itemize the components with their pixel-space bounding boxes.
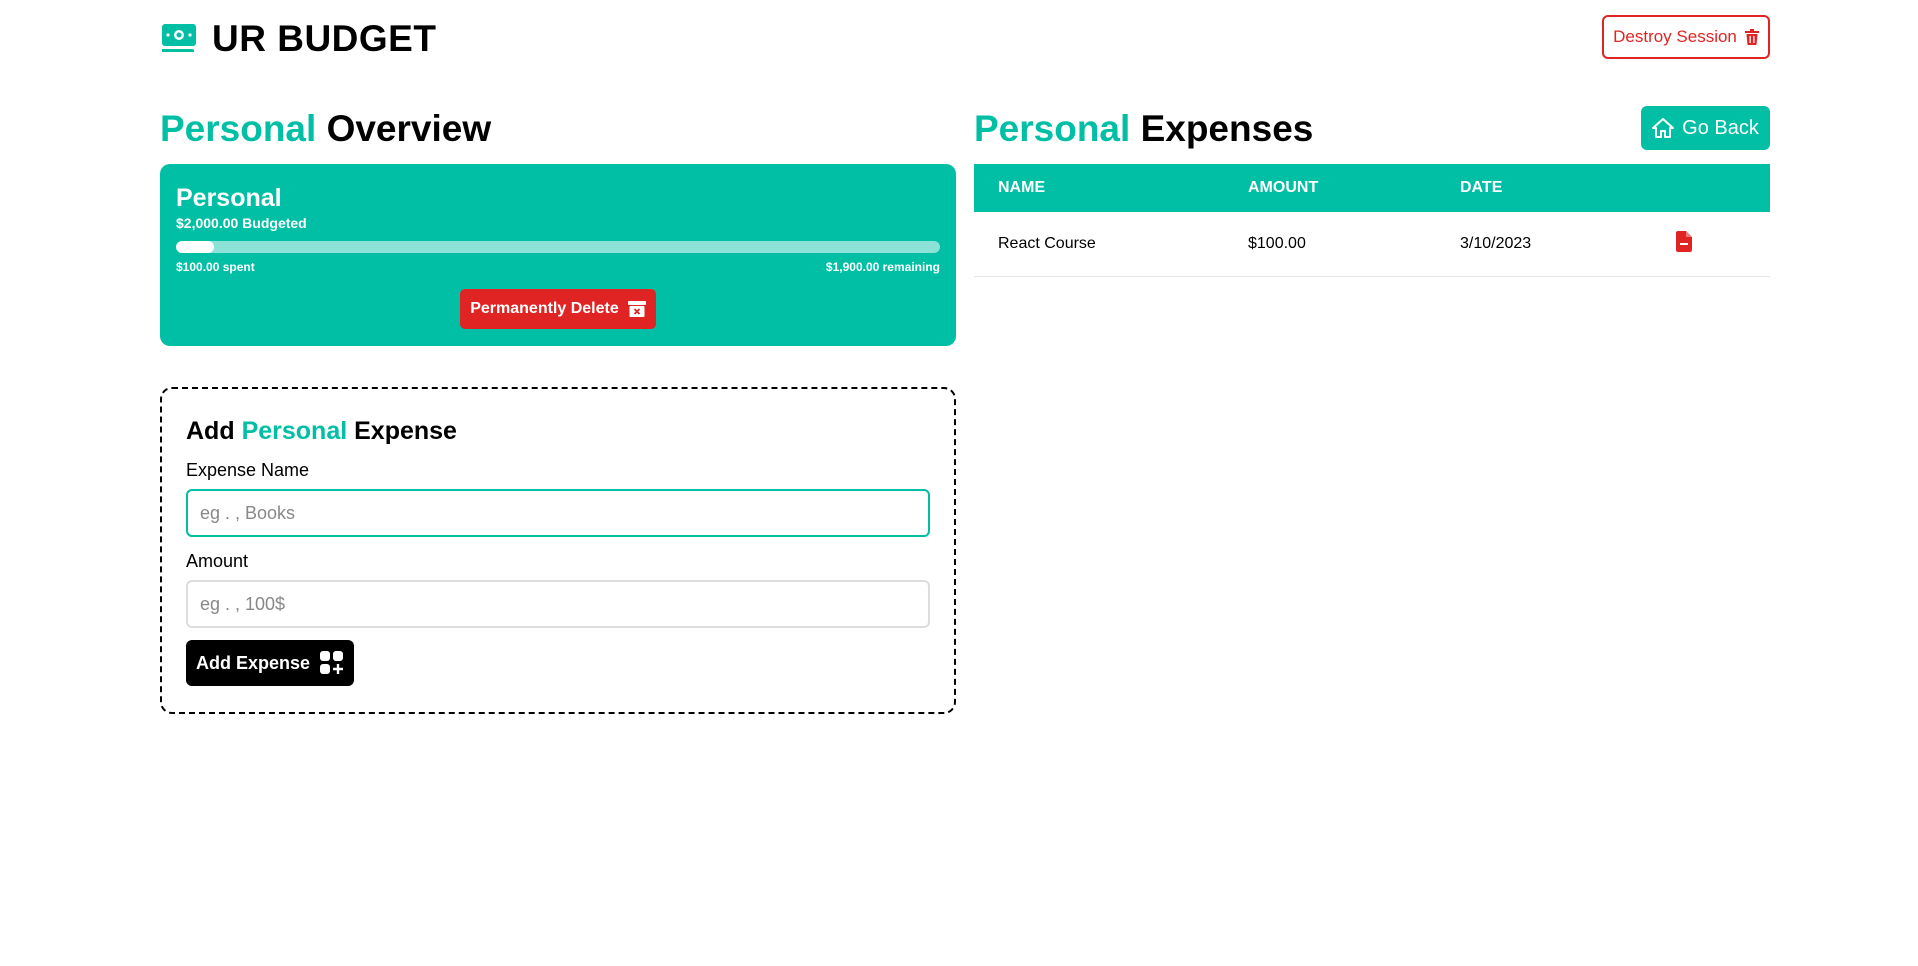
expense-date-cell: 3/10/2023 xyxy=(1436,212,1652,277)
add-expense-title-add: Add xyxy=(186,417,235,445)
permanently-delete-label: Permanently Delete xyxy=(470,300,619,317)
expenses-table: NAME AMOUNT DATE React Course $100.00 3/… xyxy=(974,164,1770,277)
money-bill-icon xyxy=(162,24,196,52)
budget-amount: $2,000.00 Budgeted xyxy=(176,215,307,231)
expense-name-cell: React Course xyxy=(974,212,1224,277)
expense-name-label: Expense Name xyxy=(186,460,310,480)
budget-progress-bar xyxy=(176,241,940,253)
destroy-session-label: Destroy Session xyxy=(1613,27,1737,46)
trash-icon xyxy=(1744,29,1759,45)
brand[interactable]: UR BUDGET xyxy=(160,18,436,60)
grid-plus-icon xyxy=(320,651,344,674)
overview-heading-accent: Personal xyxy=(160,108,317,149)
expense-actions-cell xyxy=(1652,212,1770,277)
add-expense-button[interactable]: Add Expense xyxy=(186,640,354,686)
table-row: React Course $100.00 3/10/2023 xyxy=(974,212,1770,277)
destroy-session-button[interactable]: Destroy Session xyxy=(1602,15,1770,59)
add-expense-title: Add Personal Expense xyxy=(186,417,930,446)
column-header-amount: AMOUNT xyxy=(1224,164,1436,212)
add-expense-form: Add Personal Expense Expense Name Amount… xyxy=(160,387,956,714)
overview-heading-rest: Overview xyxy=(326,108,492,149)
amount-input[interactable] xyxy=(186,580,930,628)
table-header-row: NAME AMOUNT DATE xyxy=(974,164,1770,212)
go-back-button[interactable]: Go Back xyxy=(1641,106,1770,150)
delete-expense-button[interactable] xyxy=(1676,230,1692,257)
permanently-delete-button[interactable]: Permanently Delete xyxy=(460,289,656,329)
column-header-date: DATE xyxy=(1436,164,1652,212)
page: UR BUDGET Destroy Session Personal Overv… xyxy=(160,0,1770,966)
overview-heading: Personal Overview xyxy=(160,108,491,150)
budget-spent: $100.00 spent xyxy=(176,260,255,274)
archive-x-icon xyxy=(627,301,646,317)
go-back-label: Go Back xyxy=(1682,116,1759,139)
budget-name: Personal xyxy=(176,184,282,212)
budget-progress-fill xyxy=(176,241,215,253)
budget-stats: $100.00 spent $1,900.00 remaining xyxy=(176,260,940,274)
add-expense-title-rest: Expense xyxy=(354,417,457,445)
column-header-actions xyxy=(1652,164,1770,212)
expense-name-input[interactable] xyxy=(186,489,930,537)
expense-amount-cell: $100.00 xyxy=(1224,212,1436,277)
expenses-heading-accent: Personal xyxy=(974,108,1131,149)
budget-remaining: $1,900.00 remaining xyxy=(825,260,940,274)
home-icon xyxy=(1652,118,1675,138)
add-expense-label: Add Expense xyxy=(195,652,311,673)
expenses-heading: Personal Expenses xyxy=(974,108,1313,150)
add-expense-title-accent: Personal xyxy=(241,417,348,445)
file-minus-icon xyxy=(1676,230,1692,252)
expenses-heading-rest: Expenses xyxy=(1140,108,1314,149)
column-header-name: NAME xyxy=(974,164,1224,212)
brand-title: UR BUDGET xyxy=(212,18,437,59)
amount-label: Amount xyxy=(186,551,249,571)
budget-card: Personal $2,000.00 Budgeted $100.00 spen… xyxy=(160,164,956,346)
